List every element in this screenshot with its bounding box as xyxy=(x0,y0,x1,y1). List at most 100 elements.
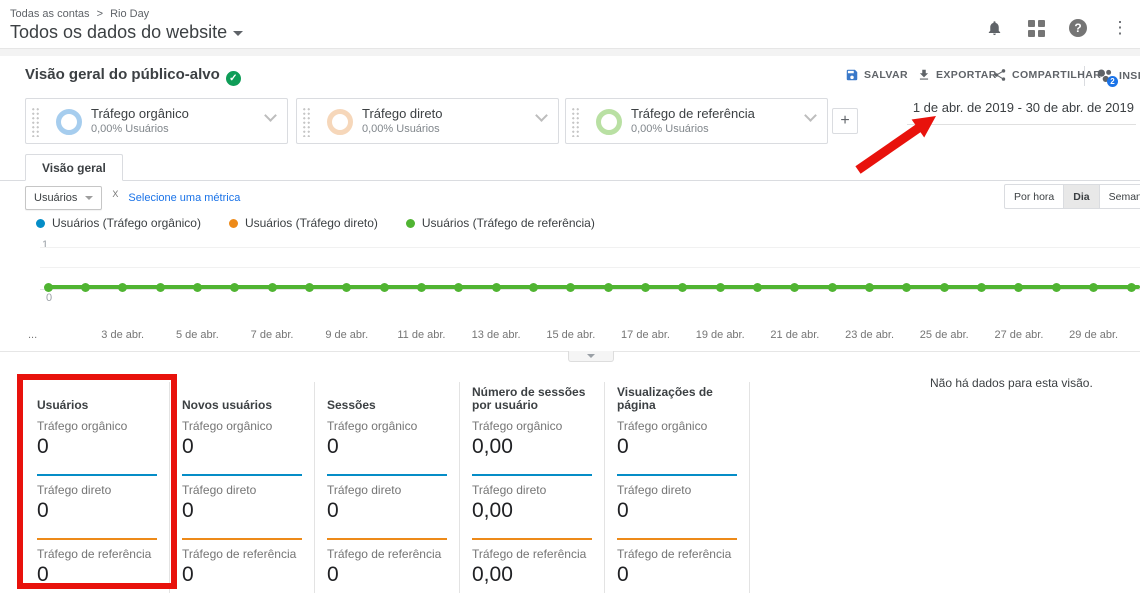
data-point[interactable] xyxy=(529,283,538,292)
scorecard-column: Visualizações de página Tráfego orgânico0… xyxy=(605,382,750,593)
metric-value: 0 xyxy=(327,563,447,587)
granularity-week[interactable]: Semana xyxy=(1100,184,1140,209)
data-point[interactable] xyxy=(492,283,501,292)
data-point[interactable] xyxy=(44,283,53,292)
chevron-down-icon[interactable] xyxy=(804,109,817,122)
data-point[interactable] xyxy=(305,283,314,292)
metric-block: Tráfego orgânico0 xyxy=(182,419,302,476)
segment-chip-organic[interactable]: Tráfego orgânico 0,00% Usuários xyxy=(25,98,288,144)
segment-name: Tráfego orgânico xyxy=(91,106,189,121)
metric-value: 0 xyxy=(327,435,447,459)
data-point[interactable] xyxy=(1014,283,1023,292)
metric-block: Tráfego de referência0 xyxy=(617,547,737,593)
timeseries-chart: 1 0 ...3 de abr.5 de abr.7 de abr.9 de a… xyxy=(0,236,1140,351)
segment-name: Tráfego de referência xyxy=(631,106,755,121)
data-point[interactable] xyxy=(268,283,277,292)
date-range-picker[interactable]: 1 de abr. de 2019 - 30 de abr. de 2019 xyxy=(907,100,1136,125)
segment-stat: 0,00% Usuários xyxy=(91,123,169,135)
scorecard-title: Usuários xyxy=(37,382,157,412)
chevron-down-icon[interactable] xyxy=(535,109,548,122)
scorecard-column: Novos usuáriosTráfego orgânico0Tráfego d… xyxy=(170,382,315,593)
save-button[interactable]: SALVAR xyxy=(845,68,908,82)
data-point[interactable] xyxy=(193,283,202,292)
x-axis-label: 29 de abr. xyxy=(1069,329,1118,341)
metric-label: Tráfego direto xyxy=(37,483,157,497)
data-point[interactable] xyxy=(641,283,650,292)
x-axis-label: 21 de abr. xyxy=(770,329,819,341)
data-point[interactable] xyxy=(118,283,127,292)
data-point[interactable] xyxy=(604,283,613,292)
select-metric-link[interactable]: Selecione uma métrica xyxy=(128,192,240,204)
segment-chip-direct[interactable]: Tráfego direto 0,00% Usuários xyxy=(296,98,559,144)
data-point[interactable] xyxy=(716,283,725,292)
segment-chip-referral[interactable]: Tráfego de referência 0,00% Usuários xyxy=(565,98,828,144)
divider xyxy=(0,180,1140,181)
metric-label: Tráfego direto xyxy=(472,483,592,497)
add-segment-button[interactable]: + xyxy=(832,108,858,134)
data-point[interactable] xyxy=(865,283,874,292)
segment-ring-icon xyxy=(56,109,82,135)
tab-visao-geral[interactable]: Visão geral xyxy=(25,154,123,181)
legend-item[interactable]: Usuários (Tráfego direto) xyxy=(229,216,378,230)
legend-item[interactable]: Usuários (Tráfego de referência) xyxy=(406,216,595,230)
data-point[interactable] xyxy=(828,283,837,292)
account-selector[interactable]: Todos os dados do website xyxy=(10,22,243,43)
scorecard-title: Sessões xyxy=(327,382,447,412)
data-point[interactable] xyxy=(417,283,426,292)
report-actions: SALVAR EXPORTAR COMPARTILHAR 2 INSIGHTS xyxy=(0,68,1140,88)
data-point[interactable] xyxy=(1089,283,1098,292)
data-point[interactable] xyxy=(940,283,949,292)
data-point[interactable] xyxy=(156,283,165,292)
divider xyxy=(0,48,1140,56)
data-point[interactable] xyxy=(454,283,463,292)
metric-block: Tráfego de referência0 xyxy=(182,547,302,593)
insights-button[interactable]: 2 INSIGHTS xyxy=(1096,68,1140,84)
drag-handle-icon[interactable] xyxy=(31,107,40,137)
data-point[interactable] xyxy=(342,283,351,292)
chevron-down-icon xyxy=(233,31,243,36)
collapse-chart-button[interactable] xyxy=(568,351,614,362)
data-point[interactable] xyxy=(753,283,762,292)
breadcrumb[interactable]: Todas as contas > Rio Day xyxy=(10,8,149,20)
notifications-bell-icon[interactable] xyxy=(984,18,1004,38)
segment-ring-icon xyxy=(596,109,622,135)
data-point[interactable] xyxy=(1052,283,1061,292)
data-point[interactable] xyxy=(1127,283,1136,292)
granularity-day[interactable]: Dia xyxy=(1064,184,1099,209)
data-point[interactable] xyxy=(380,283,389,292)
granularity-hour[interactable]: Por hora xyxy=(1004,184,1064,209)
chart-legend: Usuários (Tráfego orgânico) Usuários (Tr… xyxy=(36,216,595,230)
apps-grid-icon[interactable] xyxy=(1026,18,1046,38)
breadcrumb-current[interactable]: Rio Day xyxy=(110,8,149,20)
data-point[interactable] xyxy=(566,283,575,292)
legend-item[interactable]: Usuários (Tráfego orgânico) xyxy=(36,216,201,230)
data-point[interactable] xyxy=(678,283,687,292)
drag-handle-icon[interactable] xyxy=(571,107,580,137)
data-point[interactable] xyxy=(902,283,911,292)
data-point[interactable] xyxy=(977,283,986,292)
drag-handle-icon[interactable] xyxy=(302,107,311,137)
export-button[interactable]: EXPORTAR xyxy=(917,68,997,82)
analytics-screen: Todas as contas > Rio Day Todos os dados… xyxy=(0,0,1140,593)
metric-block: Tráfego orgânico0 xyxy=(617,419,737,476)
data-point[interactable] xyxy=(230,283,239,292)
help-icon[interactable]: ? xyxy=(1068,18,1088,38)
sparkline xyxy=(37,538,157,540)
legend-dot-icon xyxy=(36,219,45,228)
chevron-down-icon xyxy=(85,196,93,200)
remove-metric-button[interactable]: X xyxy=(112,189,118,199)
metric-value: 0 xyxy=(37,499,157,523)
sparkline xyxy=(182,474,302,476)
breadcrumb-root[interactable]: Todas as contas xyxy=(10,8,90,20)
sparkline xyxy=(37,474,157,476)
insights-icon: 2 xyxy=(1096,68,1114,84)
data-point[interactable] xyxy=(790,283,799,292)
metric-value: 0 xyxy=(182,563,302,587)
more-options-kebab-icon[interactable]: ⋮ xyxy=(1110,18,1130,38)
x-axis-label: 5 de abr. xyxy=(176,329,219,341)
x-axis-label: 7 de abr. xyxy=(251,329,294,341)
scorecard-title: Visualizações de página xyxy=(617,382,737,412)
metric-dropdown[interactable]: Usuários xyxy=(25,186,102,210)
data-point[interactable] xyxy=(81,283,90,292)
chevron-down-icon[interactable] xyxy=(264,109,277,122)
